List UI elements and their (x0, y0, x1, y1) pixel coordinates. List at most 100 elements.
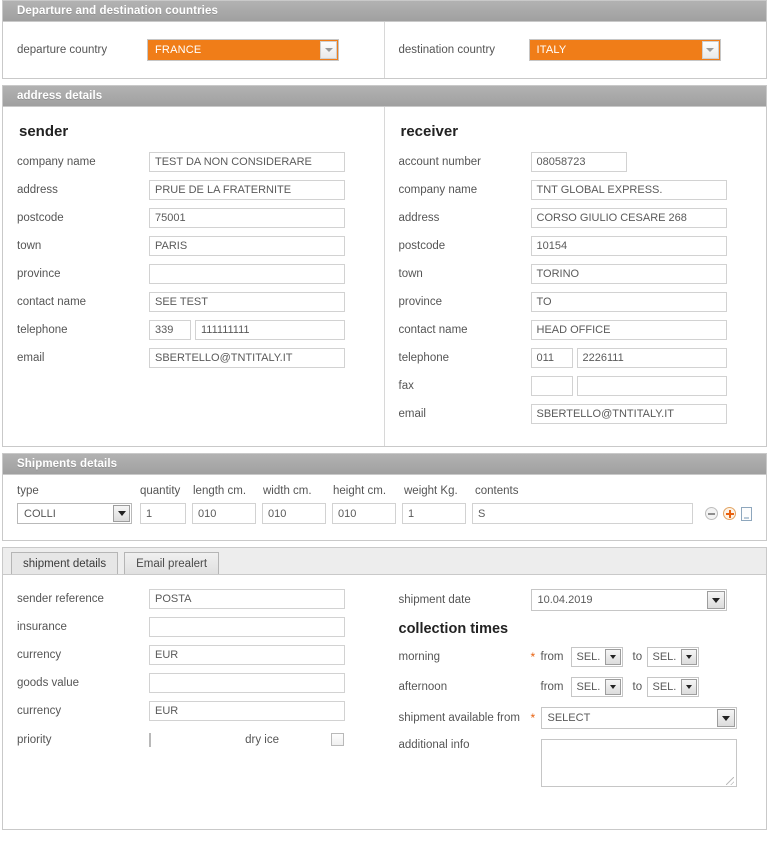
shipment-date-value: 10.04.2019 (537, 594, 593, 606)
sender-telephone-row: telephone 339 111111111 (17, 320, 370, 340)
chevron-down-icon[interactable] (604, 649, 621, 665)
afternoon-label: afternoon (398, 681, 448, 693)
goods-value-row: goods value (17, 673, 371, 693)
receiver-account-number-input[interactable]: 08058723 (530, 152, 627, 172)
currency-2-input[interactable]: EUR (149, 701, 345, 721)
receiver-email-input[interactable]: SBERTELLO@TNTITALY.IT (530, 404, 727, 424)
receiver-province-input[interactable]: TO (530, 292, 727, 312)
sender-town-row: town PARIS (17, 236, 370, 256)
shipment-width-input[interactable]: 010 (262, 503, 326, 524)
copy-icon[interactable] (741, 506, 752, 521)
shipment-type-value: COLLI (24, 507, 56, 520)
column-header-length: length cm. (193, 485, 247, 497)
sender-contact-name-row: contact name SEE TEST (17, 292, 370, 312)
sender-email-label: email (17, 352, 45, 364)
chevron-down-icon[interactable] (716, 709, 735, 727)
receiver-postcode-input[interactable]: 10154 (530, 236, 727, 256)
receiver-telephone-prefix-input[interactable]: 011 (530, 348, 573, 368)
chevron-down-icon[interactable] (680, 679, 697, 695)
address-details-body: sender company name TEST DA NON CONSIDER… (3, 107, 766, 446)
minus-icon[interactable] (705, 507, 718, 520)
afternoon-from-label: from (540, 681, 564, 693)
shipment-length-input[interactable]: 010 (192, 503, 256, 524)
currency-1-input[interactable]: EUR (149, 645, 345, 665)
priority-checkbox-cell (149, 732, 211, 747)
tab-email-prealert-label: Email prealert (136, 557, 208, 570)
receiver-contact-name-input[interactable]: HEAD OFFICE (530, 320, 727, 340)
receiver-email-label: email (398, 408, 426, 420)
insurance-label: insurance (17, 621, 67, 633)
sender-email-input[interactable]: SBERTELLO@TNTITALY.IT (149, 348, 345, 368)
dry-ice-checkbox[interactable] (331, 733, 344, 746)
shipment-weight-input[interactable]: 1 (402, 503, 466, 524)
receiver-company-name-input[interactable]: TNT GLOBAL EXPRESS. (530, 180, 727, 200)
sender-email-row: email SBERTELLO@TNTITALY.IT (17, 348, 370, 368)
column-header-height: height cm. (333, 485, 387, 497)
sender-reference-label: sender reference (17, 593, 104, 605)
sender-address-label: address (17, 184, 58, 196)
sender-contact-name-input[interactable]: SEE TEST (149, 292, 345, 312)
departure-country-label: departure country (17, 44, 108, 56)
chevron-down-icon[interactable] (604, 679, 621, 695)
priority-checkbox[interactable] (149, 732, 151, 747)
receiver-address-input[interactable]: CORSO GIULIO CESARE 268 (530, 208, 727, 228)
morning-required-asterisk: * (530, 650, 536, 664)
receiver-account-number-label: account number (398, 156, 481, 168)
tab-email-prealert[interactable]: Email prealert (124, 552, 220, 574)
receiver-address-label: address (398, 212, 440, 224)
sender-postcode-label: postcode (17, 212, 64, 224)
shipment-available-from-label: shipment available from (398, 712, 520, 724)
shipment-available-from-select[interactable]: SELECT (540, 707, 737, 729)
receiver-fax-number-input[interactable] (576, 376, 727, 396)
priority-dryice-row: priority dry ice (17, 732, 371, 747)
afternoon-to-label: to (632, 681, 643, 693)
chevron-down-icon[interactable] (320, 41, 337, 59)
destination-country-value: ITALY (536, 44, 567, 56)
departure-country-value: FRANCE (155, 44, 202, 56)
plus-icon[interactable] (723, 507, 736, 520)
table-row: COLLI 1 010 010 010 1 S (17, 503, 752, 524)
chevron-down-icon[interactable] (706, 591, 725, 609)
destination-country-cell: destination country ITALY (385, 22, 767, 78)
afternoon-from-select[interactable]: SEL. (570, 677, 623, 697)
afternoon-to-select[interactable]: SEL. (646, 677, 699, 697)
chevron-down-icon[interactable] (113, 505, 130, 522)
currency-2-label: currency (17, 705, 62, 717)
afternoon-collection-row: afternoon from SEL. to SEL. (399, 677, 753, 697)
shipment-height-input[interactable]: 010 (332, 503, 396, 524)
morning-to-select[interactable]: SEL. (646, 647, 699, 667)
sender-telephone-prefix-input[interactable]: 339 (149, 320, 191, 340)
sender-telephone-label: telephone (17, 324, 68, 336)
additional-info-textarea[interactable] (540, 739, 737, 787)
address-details-panel: address details sender company name TEST… (2, 85, 767, 447)
shipment-date-select[interactable]: 10.04.2019 (530, 589, 727, 611)
departure-country-select[interactable]: FRANCE (147, 39, 339, 61)
morning-from-value: SEL. (576, 651, 601, 663)
receiver-telephone-number-input[interactable]: 2226111 (576, 348, 727, 368)
morning-from-select[interactable]: SEL. (570, 647, 623, 667)
receiver-town-input[interactable]: TORINO (530, 264, 727, 284)
shipment-quantity-input[interactable]: 1 (140, 503, 186, 524)
shipment-type-select[interactable]: COLLI (17, 503, 132, 524)
goods-value-input[interactable] (149, 673, 345, 693)
sender-address-input[interactable]: PRUE DE LA FRATERNITE (149, 180, 345, 200)
sender-company-name-input[interactable]: TEST DA NON CONSIDERARE (149, 152, 345, 172)
insurance-input[interactable] (149, 617, 345, 637)
morning-to-value: SEL. (652, 651, 677, 663)
receiver-address-row: address CORSO GIULIO CESARE 268 (399, 208, 753, 228)
shipment-contents-input[interactable]: S (472, 503, 693, 524)
tab-shipment-details[interactable]: shipment details (11, 552, 119, 574)
sender-province-row: province (17, 264, 370, 284)
chevron-down-icon[interactable] (701, 41, 719, 59)
receiver-fax-prefix-input[interactable] (530, 376, 573, 396)
sender-telephone-number-input[interactable]: 111111111 (195, 320, 345, 340)
resize-handle-icon[interactable] (725, 777, 734, 785)
sender-postcode-input[interactable]: 75001 (149, 208, 345, 228)
chevron-down-icon[interactable] (680, 649, 697, 665)
shipment-details-tabs-panel: shipment details Email prealert sender r… (2, 547, 767, 830)
destination-country-select[interactable]: ITALY (528, 39, 721, 61)
sender-reference-input[interactable]: POSTA (149, 589, 345, 609)
sender-town-input[interactable]: PARIS (149, 236, 345, 256)
sender-province-input[interactable] (149, 264, 345, 284)
tab-panel-shipment-details: sender reference POSTA insurance currenc… (3, 575, 766, 797)
